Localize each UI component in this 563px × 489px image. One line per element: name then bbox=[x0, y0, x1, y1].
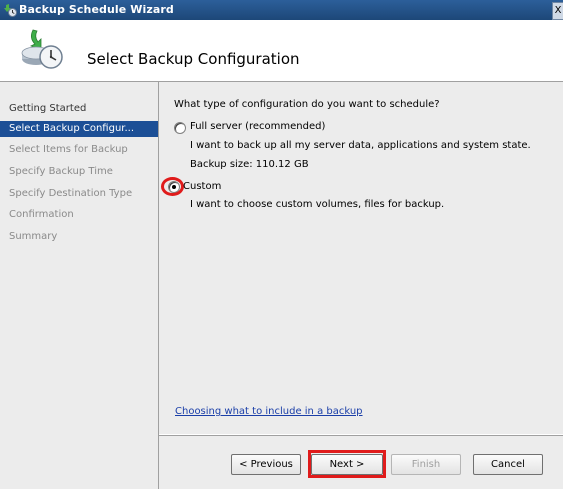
configuration-question: What type of configuration do you want t… bbox=[174, 99, 440, 110]
nav-step-select-backup-configuration[interactable]: Select Backup Configur... bbox=[0, 121, 158, 137]
custom-radio-highlight bbox=[161, 177, 184, 196]
full-server-label[interactable]: Full server (recommended) bbox=[190, 121, 325, 132]
window-title: Backup Schedule Wizard bbox=[19, 3, 174, 16]
finish-button[interactable]: Finish bbox=[391, 454, 461, 475]
title-bar[interactable]: Backup Schedule Wizard X bbox=[0, 0, 563, 20]
nav-step-specify-time[interactable]: Specify Backup Time bbox=[0, 164, 158, 180]
wizard-steps-nav: Getting Started Select Backup Configur..… bbox=[0, 82, 159, 489]
custom-label[interactable]: Custom bbox=[183, 181, 221, 192]
help-link[interactable]: Choosing what to include in a backup bbox=[175, 406, 363, 417]
backup-size-text: Backup size: 110.12 GB bbox=[190, 159, 309, 170]
page-title: Select Backup Configuration bbox=[87, 50, 300, 68]
custom-description: I want to choose custom volumes, files f… bbox=[190, 199, 445, 210]
full-server-description: I want to back up all my server data, ap… bbox=[190, 140, 531, 151]
wizard-header: Select Backup Configuration bbox=[0, 20, 563, 82]
backup-app-icon bbox=[3, 3, 17, 17]
cancel-button[interactable]: Cancel bbox=[473, 454, 543, 475]
close-button[interactable]: X bbox=[552, 2, 563, 20]
button-bar: < Previous Next > Finish Cancel bbox=[159, 435, 563, 489]
nav-step-getting-started[interactable]: Getting Started bbox=[0, 101, 158, 117]
wizard-window: Backup Schedule Wizard X Select Backup C… bbox=[0, 0, 563, 489]
nav-step-select-items[interactable]: Select Items for Backup bbox=[0, 142, 158, 158]
nav-step-summary[interactable]: Summary bbox=[0, 229, 158, 245]
full-server-radio[interactable] bbox=[174, 122, 186, 134]
next-button-highlight bbox=[308, 450, 386, 478]
backup-schedule-icon bbox=[19, 26, 67, 74]
content-panel: What type of configuration do you want t… bbox=[159, 82, 563, 434]
previous-button[interactable]: < Previous bbox=[231, 454, 301, 475]
nav-step-confirmation[interactable]: Confirmation bbox=[0, 207, 158, 223]
nav-step-destination-type[interactable]: Specify Destination Type bbox=[0, 186, 158, 202]
